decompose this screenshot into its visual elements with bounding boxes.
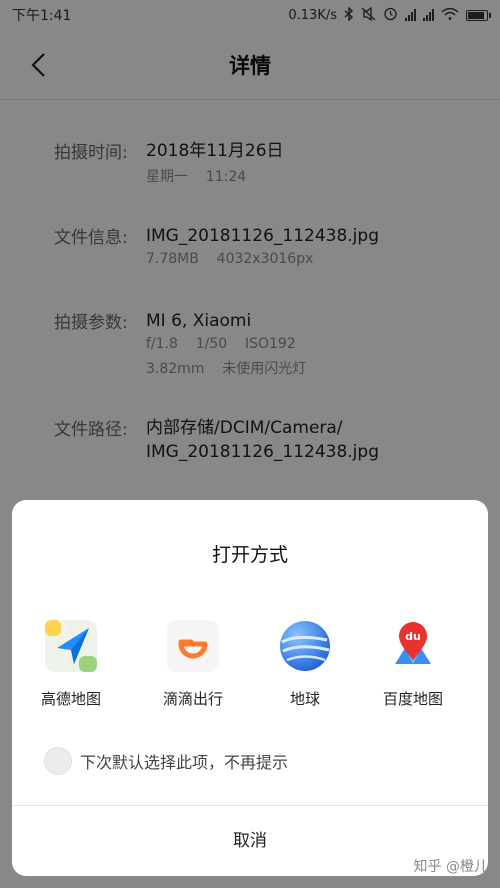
app-option-earth[interactable]: 地球 <box>250 618 360 709</box>
remember-choice-option[interactable]: 下次默认选择此项，不再提示 <box>44 746 288 776</box>
baidu-badge-text: du <box>405 630 421 643</box>
amap-icon <box>43 618 99 674</box>
remember-choice-label: 下次默认选择此项，不再提示 <box>80 753 289 772</box>
app-name: 百度地图 <box>382 690 443 708</box>
app-name: 地球 <box>289 690 320 708</box>
remember-choice-checkbox[interactable] <box>44 747 72 775</box>
baidu-map-icon: du <box>385 618 441 674</box>
dialog-title: 打开方式 <box>211 544 288 566</box>
app-list: 高德地图 滴滴出行 地球 du 百度地图 <box>12 618 488 718</box>
didi-icon <box>165 618 221 674</box>
watermark: 知乎 @橙儿 <box>413 859 488 875</box>
app-name: 滴滴出行 <box>162 690 223 708</box>
app-name: 高德地图 <box>40 690 101 708</box>
app-option-baidu-map[interactable]: du 百度地图 <box>358 618 468 709</box>
app-option-didi[interactable]: 滴滴出行 <box>138 618 248 709</box>
google-earth-icon <box>277 618 333 674</box>
open-with-dialog: 打开方式 高德地图 滴滴出行 地球 du 百度地图 下次默认选择此项，不再提示 … <box>12 500 488 876</box>
app-option-amap[interactable]: 高德地图 <box>16 618 126 709</box>
